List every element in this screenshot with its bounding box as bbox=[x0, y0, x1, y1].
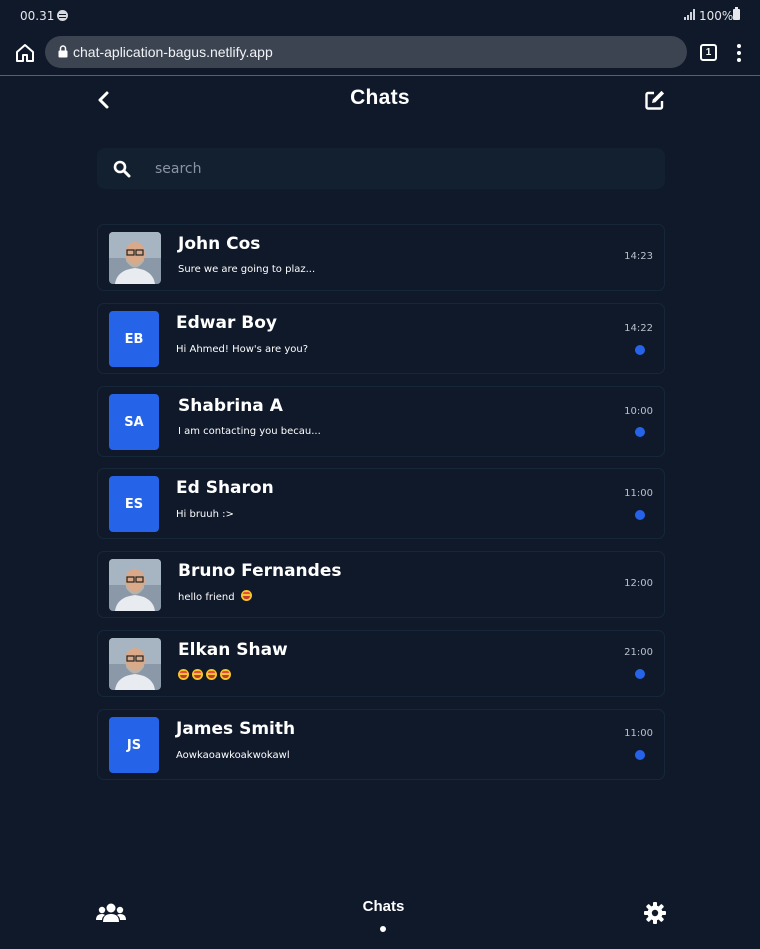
chat-name: Elkan Shaw bbox=[178, 640, 288, 660]
unread-indicator bbox=[635, 427, 645, 437]
search-bar bbox=[97, 148, 665, 189]
avatar-initials: EB bbox=[109, 311, 159, 367]
chat-preview: I am contacting you becau... bbox=[178, 426, 321, 437]
avatar bbox=[109, 638, 161, 690]
avatar-initials: JS bbox=[109, 717, 159, 773]
unread-indicator bbox=[635, 510, 645, 520]
chat-item-shabrina-a[interactable]: SA Shabrina A I am contacting you becau.… bbox=[97, 386, 665, 457]
heart-eyes-emoji-icon bbox=[220, 669, 231, 680]
chat-name: Edwar Boy bbox=[176, 313, 277, 333]
spotify-icon bbox=[57, 10, 68, 21]
home-icon[interactable] bbox=[14, 42, 36, 64]
chat-preview: Aowkaoawkoakwokawl bbox=[176, 750, 290, 761]
chat-name: James Smith bbox=[176, 719, 296, 739]
chat-item-ed-sharon[interactable]: ES Ed Sharon Hi bruuh :> 11:00 bbox=[97, 468, 665, 539]
heart-eyes-emoji-icon bbox=[206, 669, 217, 680]
chat-time: 11:00 bbox=[624, 488, 653, 499]
chat-name: John Cos bbox=[178, 234, 261, 254]
chat-item-bruno-fernandes[interactable]: Bruno Fernandes hello friend 12:00 bbox=[97, 551, 665, 618]
avatar-initials: ES bbox=[109, 476, 159, 532]
avatar bbox=[109, 232, 161, 284]
chat-item-james-smith[interactable]: JS James Smith Aowkaoawkoakwokawl 11:00 bbox=[97, 709, 665, 780]
chat-time: 21:00 bbox=[624, 647, 653, 658]
chat-time: 10:00 bbox=[624, 406, 653, 417]
signal-icon bbox=[684, 9, 696, 20]
chat-preview-text: hello friend bbox=[178, 592, 235, 603]
chat-name: Ed Sharon bbox=[176, 478, 274, 498]
heart-eyes-emoji-icon bbox=[178, 669, 189, 680]
chat-time: 12:00 bbox=[624, 578, 653, 589]
menu-icon[interactable] bbox=[733, 43, 745, 63]
heart-eyes-emoji-icon bbox=[192, 669, 203, 680]
search-icon bbox=[113, 160, 131, 178]
chat-preview: Hi Ahmed! How's are you? bbox=[176, 344, 309, 355]
chat-preview bbox=[178, 669, 234, 682]
status-time: 00.31 bbox=[20, 9, 55, 23]
status-bar: 00.31 100% bbox=[0, 0, 760, 32]
unread-indicator bbox=[635, 669, 645, 679]
chat-time: 14:22 bbox=[624, 323, 653, 334]
browser-toolbar: chat-aplication-bagus.netlify.app 1 bbox=[0, 32, 760, 76]
unread-indicator bbox=[635, 750, 645, 760]
lock-icon bbox=[58, 45, 68, 58]
tabs-button[interactable]: 1 bbox=[700, 44, 717, 61]
url-text: chat-aplication-bagus.netlify.app bbox=[73, 44, 273, 60]
chat-name: Shabrina A bbox=[178, 396, 283, 416]
chat-item-john-cos[interactable]: John Cos Sure we are going to plaz... 14… bbox=[97, 224, 665, 291]
compose-icon[interactable] bbox=[643, 88, 667, 112]
chat-time: 14:23 bbox=[624, 251, 653, 262]
unread-indicator bbox=[635, 345, 645, 355]
avatar-initials: SA bbox=[109, 394, 159, 450]
chat-time: 11:00 bbox=[624, 728, 653, 739]
chat-preview: Hi bruuh :> bbox=[176, 509, 234, 520]
chat-item-edwar-boy[interactable]: EB Edwar Boy Hi Ahmed! How's are you? 14… bbox=[97, 303, 665, 374]
chat-item-elkan-shaw[interactable]: Elkan Shaw 21:00 bbox=[97, 630, 665, 697]
battery-icon bbox=[733, 7, 740, 20]
settings-icon[interactable] bbox=[643, 901, 667, 925]
chat-preview: Sure we are going to plaz... bbox=[178, 264, 316, 275]
chat-preview: hello friend bbox=[178, 590, 255, 603]
heart-eyes-emoji-icon bbox=[240, 590, 252, 601]
battery-level: 100% bbox=[699, 9, 734, 23]
address-bar[interactable]: chat-aplication-bagus.netlify.app bbox=[45, 36, 687, 68]
chat-name: Bruno Fernandes bbox=[178, 561, 342, 581]
avatar bbox=[109, 559, 161, 611]
search-input[interactable] bbox=[155, 157, 635, 181]
active-tab-indicator bbox=[380, 926, 386, 932]
